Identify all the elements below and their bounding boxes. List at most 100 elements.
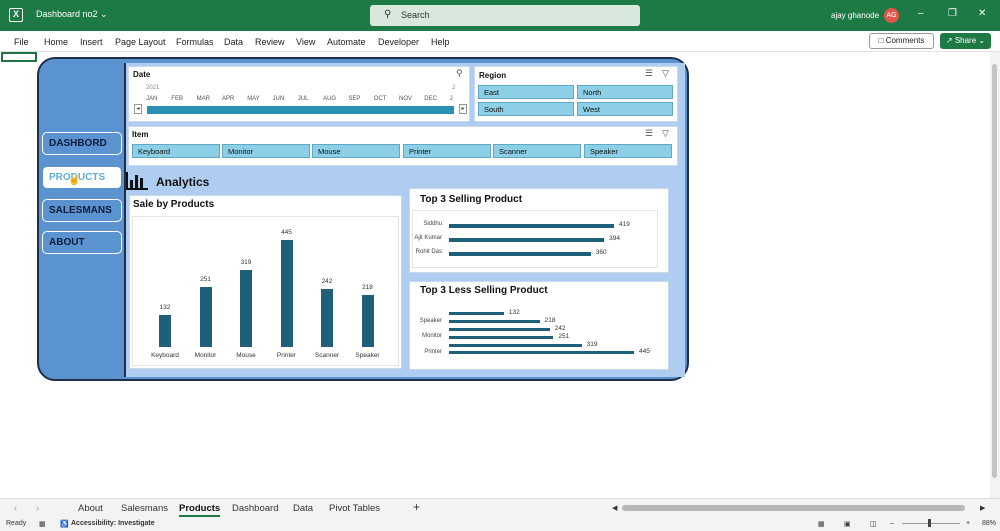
ribbon-menu-bar: File Home Insert Page Layout Formulas Da… — [0, 31, 1000, 52]
excel-app-icon[interactable]: X — [9, 8, 23, 22]
zoom-in-icon[interactable]: + — [966, 520, 970, 527]
chart-bar — [449, 224, 614, 228]
search-icon: ⚲ — [384, 9, 392, 20]
menu-view[interactable]: View — [296, 37, 315, 47]
region-west-button[interactable]: West — [577, 102, 673, 116]
add-sheet-icon[interactable]: + — [413, 500, 420, 514]
data-label: 419 — [619, 221, 630, 228]
data-label: 132 — [508, 309, 520, 316]
clear-filter-icon[interactable]: ▽ — [662, 68, 669, 79]
data-label: 242 — [554, 325, 566, 332]
nav-products-button[interactable]: PRODUCTS — [42, 166, 122, 189]
vertical-scroll-thumb[interactable] — [992, 64, 997, 478]
menu-review[interactable]: Review — [255, 37, 285, 47]
timeline-month-label: AUG — [323, 96, 337, 102]
tab-scroll-right-icon[interactable]: › — [36, 503, 39, 514]
clear-filter-icon[interactable]: ▽ — [662, 128, 669, 139]
tick-label: Printer — [276, 352, 297, 359]
data-label: 394 — [609, 235, 620, 242]
multi-select-icon[interactable]: ☰ — [645, 128, 653, 139]
avatar[interactable]: AG — [884, 8, 899, 23]
accessibility-status[interactable]: Accessibility: Investigate — [71, 520, 155, 527]
share-button[interactable]: ↗ Share ⌄ — [940, 33, 991, 49]
menu-file[interactable]: File — [14, 37, 29, 47]
status-ready: Ready — [6, 520, 27, 527]
macro-record-icon[interactable]: ▦ — [39, 520, 46, 528]
hscroll-left-icon[interactable]: ◀ — [612, 504, 617, 512]
timeline-scroll-right-icon[interactable]: ▸ — [459, 104, 467, 114]
search-box[interactable]: ⚲ Search — [370, 5, 640, 26]
tab-products[interactable]: Products — [179, 503, 221, 517]
zoom-level[interactable]: 88% — [982, 520, 996, 527]
bar-chart-icon — [126, 172, 148, 195]
timeline-scroll-left-icon[interactable]: ◂ — [134, 104, 142, 114]
timeline-selection-bar[interactable] — [147, 106, 454, 114]
horizontal-scrollbar[interactable] — [622, 505, 965, 511]
normal-view-icon[interactable]: ▦ — [818, 520, 825, 528]
nav-salesmans-button[interactable]: SALESMANS — [42, 199, 122, 222]
mouse-cursor-icon: ☝ — [68, 175, 81, 186]
item-printer-button[interactable]: Printer — [403, 144, 491, 158]
region-east-button[interactable]: East — [478, 85, 574, 99]
region-slicer-title: Region — [479, 71, 507, 80]
timeline-month-label: APR — [221, 96, 235, 102]
item-mouse-button[interactable]: Mouse — [312, 144, 400, 158]
data-label: 251 — [200, 275, 211, 283]
data-label: 360 — [595, 249, 607, 256]
page-layout-view-icon[interactable]: ▣ — [844, 520, 851, 528]
chart-bar — [449, 344, 582, 347]
menu-home[interactable]: Home — [44, 37, 68, 47]
tick-label: Mouse — [236, 352, 256, 359]
item-keyboard-button[interactable]: Keyboard — [132, 144, 220, 158]
minimize-icon[interactable]: – — [918, 8, 924, 19]
clear-filter-icon[interactable]: ⚲ — [456, 68, 463, 79]
hscroll-right-icon[interactable]: ▶ — [980, 504, 985, 512]
menu-data[interactable]: Data — [224, 37, 243, 47]
user-name[interactable]: ajay ghanode — [831, 11, 879, 20]
selected-cell[interactable] — [1, 52, 37, 62]
timeline-month-label: J — [449, 96, 453, 102]
tab-salesmans[interactable]: Salesmans — [121, 503, 168, 514]
chart-bar — [449, 320, 540, 323]
top-3-selling-title: Top 3 Selling Product — [420, 194, 523, 205]
nav-about-button[interactable]: ABOUT — [42, 231, 122, 254]
menu-page-layout[interactable]: Page Layout — [115, 37, 166, 47]
multi-select-icon[interactable]: ☰ — [645, 68, 653, 79]
timeline-year-label-next: 2 — [452, 85, 456, 91]
vertical-scrollbar[interactable] — [990, 52, 1000, 498]
restore-icon[interactable]: ❐ — [948, 8, 957, 19]
chart-bar — [321, 288, 333, 347]
menu-help[interactable]: Help — [431, 37, 450, 47]
tab-scroll-left-icon[interactable]: ‹ — [14, 503, 17, 514]
data-label: 319 — [240, 259, 252, 267]
close-icon[interactable]: ✕ — [978, 8, 986, 19]
nav-dashboard-button[interactable]: DASHBORD — [42, 132, 122, 155]
timeline-month-label: FEB — [171, 96, 183, 102]
zoom-out-icon[interactable]: – — [890, 520, 894, 527]
zoom-slider-thumb[interactable] — [928, 519, 931, 527]
document-title[interactable]: Dashboard no2 ⌄ — [36, 9, 108, 20]
accessibility-icon[interactable]: ♿ — [60, 520, 69, 528]
chart-bar — [240, 270, 252, 347]
item-monitor-button[interactable]: Monitor — [222, 144, 310, 158]
chart-bar — [159, 315, 171, 347]
chart-bar — [449, 312, 504, 315]
page-break-view-icon[interactable]: ◫ — [870, 520, 877, 528]
region-south-button[interactable]: South — [478, 102, 574, 116]
menu-formulas[interactable]: Formulas — [176, 37, 214, 47]
tab-data[interactable]: Data — [293, 503, 313, 514]
region-north-button[interactable]: North — [577, 85, 673, 99]
zoom-slider[interactable] — [902, 523, 960, 524]
tab-pivot-tables[interactable]: Pivot Tables — [329, 503, 380, 514]
menu-insert[interactable]: Insert — [80, 37, 103, 47]
menu-automate[interactable]: Automate — [327, 37, 366, 47]
item-slicer-title: Item — [132, 130, 149, 139]
comments-button[interactable]: □ Comments — [869, 33, 934, 49]
tab-about[interactable]: About — [78, 503, 103, 514]
tab-dashboard[interactable]: Dashboard — [232, 503, 278, 514]
menu-developer[interactable]: Developer — [378, 37, 419, 47]
timeline-month-label: NOV — [399, 96, 413, 102]
item-scanner-button[interactable]: Scanner — [493, 144, 581, 158]
timeline-year-label: 2021 — [146, 85, 160, 91]
item-speaker-button[interactable]: Speaker — [584, 144, 672, 158]
